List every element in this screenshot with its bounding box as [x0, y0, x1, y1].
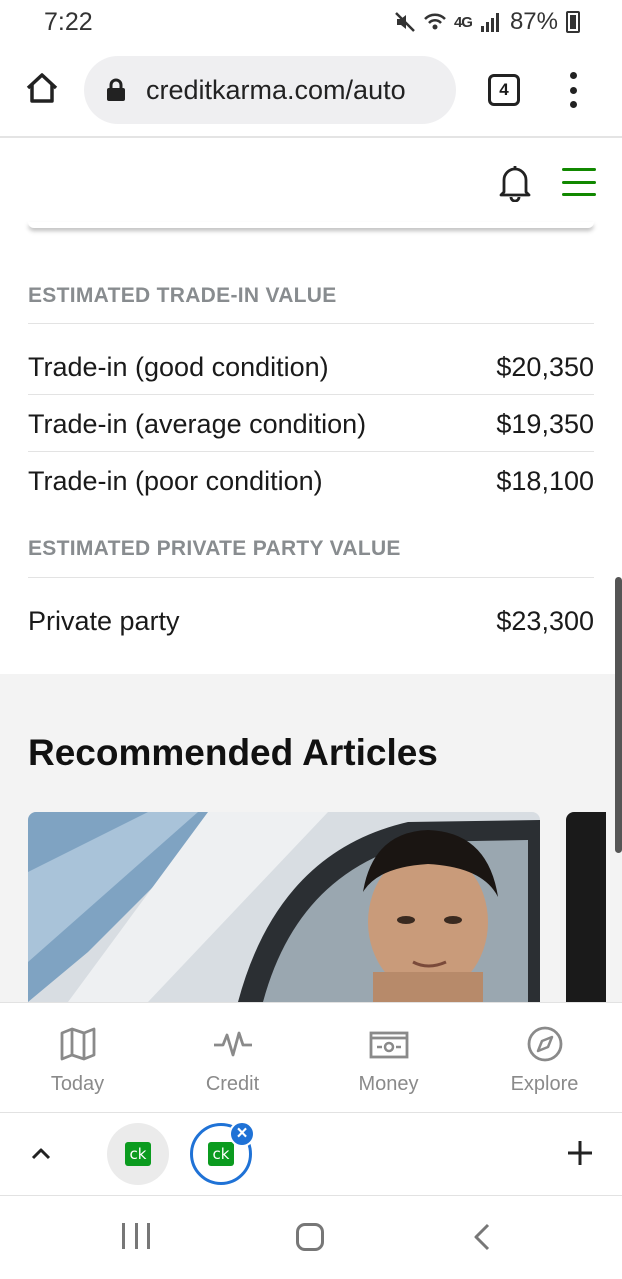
browser-tab-strip: ck ck ×	[0, 1112, 622, 1196]
status-icons: 4G 87%	[394, 8, 580, 36]
value-row: Trade-in (good condition) $20,350	[28, 346, 594, 388]
address-bar[interactable]: creditkarma.com/auto	[84, 56, 456, 124]
battery-icon	[566, 11, 580, 33]
tab-favicon: ck	[125, 1142, 151, 1166]
app-header	[0, 138, 622, 228]
divider	[28, 577, 594, 578]
system-nav-bar	[0, 1196, 622, 1279]
article-card-next[interactable]	[566, 812, 606, 1002]
recent-apps-icon[interactable]	[122, 1223, 150, 1249]
browser-tab[interactable]: ck	[107, 1123, 169, 1185]
divider	[28, 451, 594, 452]
article-photo	[28, 812, 540, 1002]
home-icon[interactable]	[24, 70, 60, 106]
hamburger-menu-icon[interactable]	[562, 168, 596, 196]
plus-icon[interactable]	[566, 1139, 594, 1167]
nav-item-today[interactable]: Today	[0, 1003, 155, 1113]
private-party-heading: ESTIMATED PRIVATE PARTY VALUE	[28, 537, 401, 560]
row-value: $19,350	[496, 408, 594, 439]
row-label: Trade-in (good condition)	[28, 351, 329, 382]
value-row: Trade-in (average condition) $19,350	[28, 403, 594, 445]
row-label: Private party	[28, 605, 180, 636]
back-icon[interactable]	[472, 1222, 492, 1252]
battery-percent: 87%	[509, 8, 558, 35]
nav-label: Today	[50, 1073, 105, 1095]
value-row: Trade-in (poor condition) $18,100	[28, 460, 594, 502]
wifi-icon	[424, 13, 446, 30]
nav-label: Credit	[205, 1073, 260, 1095]
network-type: 4G	[453, 13, 473, 31]
divider	[28, 323, 594, 324]
lock-icon	[107, 78, 125, 101]
compass-icon	[527, 1026, 562, 1062]
article-card-image[interactable]	[28, 812, 540, 1002]
tab-switcher-button[interactable]: 4	[488, 74, 520, 106]
articles-title: Recommended Articles	[28, 732, 438, 773]
row-value: $23,300	[496, 605, 594, 636]
row-label: Trade-in (poor condition)	[28, 465, 323, 496]
tab-count: 4	[499, 80, 509, 99]
value-row: Private party $23,300	[28, 600, 594, 642]
close-tab-icon[interactable]: ×	[229, 1121, 255, 1147]
nav-item-explore[interactable]: Explore	[467, 1003, 622, 1113]
tab-favicon: ck	[208, 1142, 234, 1166]
mute-icon	[395, 12, 415, 32]
scrollbar[interactable]	[615, 577, 622, 853]
status-time: 7:22	[44, 7, 93, 36]
map-icon	[60, 1027, 95, 1061]
browser-toolbar: creditkarma.com/auto 4	[0, 52, 622, 130]
nav-label: Money	[358, 1073, 419, 1095]
url-text: creditkarma.com/auto	[146, 74, 406, 105]
nav-label: Explore	[510, 1073, 579, 1095]
banknote-icon	[369, 1031, 408, 1059]
signal-icon	[480, 13, 499, 32]
pulse-icon	[213, 1031, 252, 1057]
bell-icon[interactable]	[498, 164, 532, 202]
nav-item-money[interactable]: Money	[311, 1003, 466, 1113]
nav-item-credit[interactable]: Credit	[155, 1003, 310, 1113]
trade-in-heading: ESTIMATED TRADE-IN VALUE	[28, 284, 337, 307]
row-value: $18,100	[496, 465, 594, 496]
card-edge	[28, 222, 594, 228]
row-value: $20,350	[496, 351, 594, 382]
app-bottom-nav: Today Credit Money Explore	[0, 1002, 622, 1112]
row-label: Trade-in (average condition)	[28, 408, 367, 439]
status-bar: 7:22 4G 87%	[0, 0, 622, 44]
divider	[28, 394, 594, 395]
home-button-icon[interactable]	[296, 1223, 324, 1251]
chevron-up-icon[interactable]	[30, 1143, 52, 1165]
browser-menu-icon[interactable]	[566, 72, 580, 108]
